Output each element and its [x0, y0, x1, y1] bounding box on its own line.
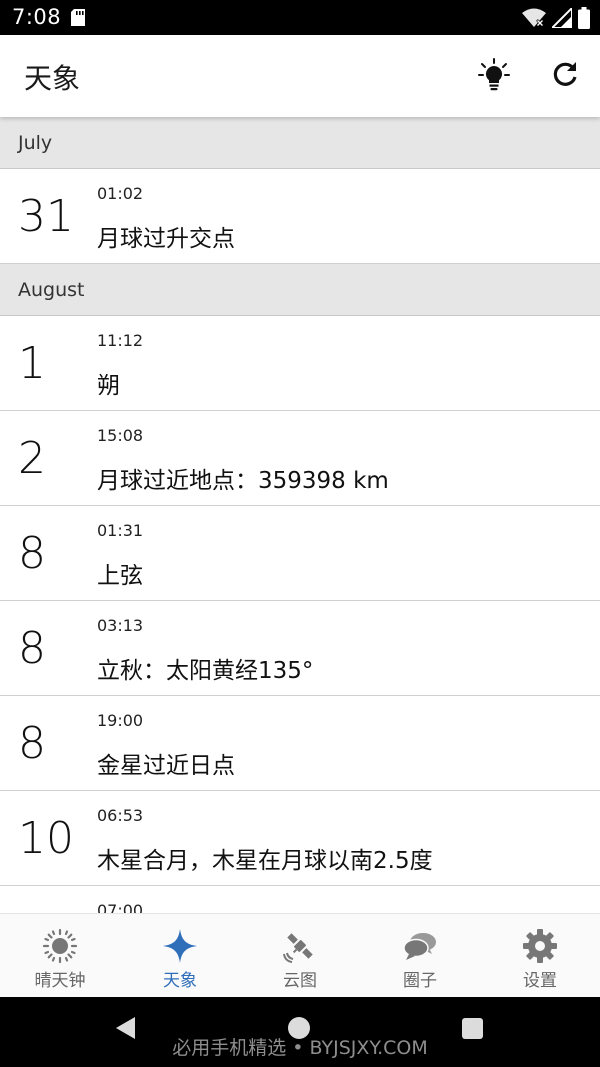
event-row[interactable]: 10 06:53 木星合月，木星在月球以南2.5度 — [0, 791, 600, 886]
battery-icon — [578, 7, 590, 29]
nav-item-weather-clock[interactable]: 晴天钟 — [0, 914, 120, 997]
sd-card-icon — [71, 9, 85, 26]
event-day: 1 — [18, 338, 46, 389]
event-row[interactable]: 12 07:00 — [0, 886, 600, 913]
event-list[interactable]: July 31 01:02 月球过升交点 August 1 11:12 朔 2 … — [0, 117, 600, 913]
status-time: 7:08 — [12, 5, 62, 29]
lightbulb-icon[interactable] — [474, 55, 514, 95]
event-day: 8 — [18, 528, 46, 579]
event-day: 31 — [18, 191, 74, 242]
event-day: 2 — [18, 433, 46, 484]
sun-icon — [42, 928, 78, 964]
event-time: 19:00 — [97, 711, 144, 730]
star-icon — [162, 928, 198, 964]
chat-bubbles-icon — [402, 928, 438, 964]
event-time: 03:13 — [97, 616, 144, 635]
event-row[interactable]: 2 15:08 月球过近地点：359398 km — [0, 411, 600, 506]
nav-item-settings[interactable]: 设置 — [480, 914, 600, 997]
bottom-nav: 晴天钟 天象 云图 圈子 设置 — [0, 913, 600, 997]
nav-label: 圈子 — [403, 971, 437, 991]
nav-label: 云图 — [283, 971, 317, 991]
app-bar: 天象 — [0, 35, 600, 117]
section-header-july: July — [0, 117, 600, 169]
signal-icon — [552, 8, 572, 28]
event-title: 朔 — [97, 373, 120, 399]
event-time: 01:31 — [97, 521, 144, 540]
satellite-icon — [282, 928, 318, 964]
event-time: 06:53 — [97, 806, 144, 825]
nav-label: 晴天钟 — [34, 971, 86, 991]
event-row[interactable]: 8 19:00 金星过近日点 — [0, 696, 600, 791]
system-nav-bar: 必用手机精选 • BYJSJXY.COM — [0, 997, 600, 1067]
event-title: 木星合月，木星在月球以南2.5度 — [97, 848, 433, 874]
status-icons — [522, 7, 590, 29]
event-time: 15:08 — [97, 426, 144, 445]
gear-icon — [522, 928, 558, 964]
event-day: 10 — [18, 813, 74, 864]
section-header-august: August — [0, 264, 600, 316]
event-row[interactable]: 1 11:12 朔 — [0, 316, 600, 411]
event-day: 8 — [18, 623, 46, 674]
nav-label: 设置 — [523, 971, 557, 991]
nav-label: 天象 — [163, 971, 197, 991]
event-time: 11:12 — [97, 331, 144, 350]
event-title: 月球过近地点：359398 km — [97, 468, 389, 494]
event-title: 月球过升交点 — [97, 226, 235, 252]
nav-item-cloud-map[interactable]: 云图 — [240, 914, 360, 997]
wifi-icon — [522, 8, 546, 28]
nav-item-astronomy[interactable]: 天象 — [120, 914, 240, 997]
event-title: 立秋：太阳黄经135° — [97, 658, 314, 684]
event-title: 金星过近日点 — [97, 753, 235, 779]
event-row[interactable]: 8 01:31 上弦 — [0, 506, 600, 601]
nav-item-community[interactable]: 圈子 — [360, 914, 480, 997]
status-bar: 7:08 — [0, 0, 600, 35]
refresh-icon[interactable] — [545, 55, 585, 95]
event-row[interactable]: 31 01:02 月球过升交点 — [0, 169, 600, 264]
event-day: 8 — [18, 718, 46, 769]
event-title: 上弦 — [97, 563, 143, 589]
event-row[interactable]: 8 03:13 立秋：太阳黄经135° — [0, 601, 600, 696]
watermark: 必用手机精选 • BYJSJXY.COM — [172, 1037, 428, 1059]
event-time: 01:02 — [97, 184, 144, 203]
page-title: 天象 — [24, 62, 81, 95]
event-time: 07:00 — [97, 901, 144, 913]
